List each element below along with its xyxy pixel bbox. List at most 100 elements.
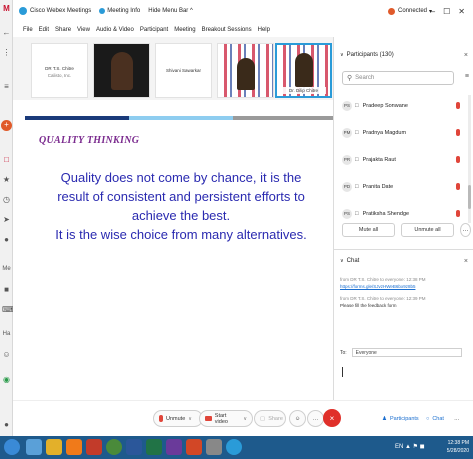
avatar: PR [342,154,352,165]
hangouts-icon[interactable]: ◉ [2,375,11,384]
webex-logo-icon [19,7,27,15]
clock-icon[interactable]: ◷ [2,195,11,204]
close-icon[interactable]: × [464,52,468,59]
avatar: PS [342,208,352,219]
phone-icon: □ [355,102,359,109]
more-options-button[interactable]: … [460,223,471,237]
video-tile-4[interactable] [217,43,274,98]
participant-name: Pradeep Sonwane [362,102,408,109]
participant-video [236,58,255,90]
end-meeting-button[interactable]: × [323,409,341,427]
connection-status[interactable]: Connected ▾ [388,7,432,15]
meeting-info-button[interactable]: Meeting Info [99,8,140,14]
maximize-button[interactable]: ☐ [443,7,450,16]
close-icon[interactable]: × [464,258,468,265]
list-item[interactable]: PS □ Pradeep Sonwane [334,92,464,119]
slide-line: achieve the best. [131,208,231,223]
participant-search-input[interactable]: ⚲ Search [342,71,454,85]
hide-menu-bar-button[interactable]: Hide Menu Bar ^ [148,8,193,14]
chat-message-link[interactable]: https://forms.gle/SJvzHWeB6bx9z8b5 [340,284,460,290]
reactions-button[interactable]: ☺ [289,410,306,427]
apps-grid-icon[interactable]: ⋮ [2,48,11,57]
muted-mic-icon[interactable] [456,129,460,136]
label-icon[interactable]: ● [2,235,11,244]
connection-status-label: Connected [398,8,428,14]
muted-mic-icon[interactable] [456,102,460,109]
paint-icon[interactable] [206,439,222,455]
muted-mic-icon [159,415,163,422]
folder-icon[interactable] [46,439,62,455]
video-tile-1[interactable]: DR T.S. Chitre Calisto, Inc. [31,43,88,98]
list-item[interactable]: PD □ Pranita Date [334,173,464,200]
menu-breakout-sessions[interactable]: Breakout Sessions [202,27,252,33]
start-video-button[interactable]: Start video ∨ [199,410,253,427]
panel-more-button[interactable]: … [449,410,464,427]
chat-label: Chat [432,415,444,422]
webex-taskbar-icon[interactable] [226,439,242,455]
close-button[interactable]: ✕ [458,7,465,16]
chat-message-meta: from DR T.S. Chitre to everyone: 12:38 P… [340,277,426,282]
tile-name: Shivani Sawarkar [165,68,201,73]
location-icon[interactable]: ● [2,420,11,429]
powerpoint-icon[interactable] [186,439,202,455]
scrollbar-thumb[interactable] [468,185,471,209]
word-icon[interactable] [126,439,142,455]
chat-header[interactable]: ∨ Chat × [334,255,473,267]
clock[interactable]: 12:38 PM 5/28/2020 [447,439,469,455]
recipient-select[interactable]: Everyone [351,348,462,357]
gmail-icon[interactable]: M [2,4,11,13]
share-button[interactable]: ▢ Share [254,410,286,427]
unmute-all-button[interactable]: Unmute all [401,223,454,237]
menu-icon[interactable]: ≡ [2,82,11,91]
back-arrow-icon[interactable]: ← [2,28,11,37]
menu-share[interactable]: Share [55,27,71,33]
more-icon: … [312,415,319,422]
menu-meeting[interactable]: Meeting [174,27,195,33]
video-tile-5[interactable]: Dr. Dilip Chitre [275,43,332,98]
list-item[interactable]: PM □ Pradnya Magdum [334,119,464,146]
menu-help[interactable]: Help [258,27,270,33]
muted-mic-icon[interactable] [456,210,460,217]
send-icon[interactable]: ➤ [2,215,11,224]
participants-header[interactable]: ∨ Participants (130) × [334,49,473,61]
menu-edit[interactable]: Edit [39,27,49,33]
minimize-button[interactable]: – [431,7,435,16]
mute-all-button[interactable]: Mute all [342,223,395,237]
onenote-icon[interactable] [166,439,182,455]
avatar: PS [342,100,352,111]
chrome-icon[interactable] [106,439,122,455]
ie-icon[interactable] [26,439,42,455]
chevron-down-icon[interactable]: ∨ [243,416,247,422]
opera-icon[interactable] [86,439,102,455]
star-icon[interactable]: ★ [2,175,11,184]
person-icon[interactable]: ☺ [2,350,11,359]
chat-recipient: To: Everyone [340,348,462,357]
start-button[interactable] [4,439,20,455]
keyboard-icon[interactable]: ⌨ [2,305,14,314]
list-item[interactable]: PR □ Prajakta Raut [334,146,464,173]
video-tile-3[interactable]: Shivani Sawarkar [155,43,212,98]
menu-view[interactable]: View [77,27,90,33]
camera-icon[interactable]: ■ [2,285,11,294]
menu-participant[interactable]: Participant [140,27,168,33]
phone-icon: □ [355,156,359,163]
chat-button[interactable]: ○ Chat [421,410,451,427]
chat-input[interactable] [340,363,464,393]
participant-name: Prajakta Raut [362,156,396,163]
media-icon[interactable] [66,439,82,455]
participant-scrollbar[interactable] [468,95,471,223]
menu-file[interactable]: File [23,27,33,33]
more-button[interactable]: … [307,410,324,427]
add-icon[interactable]: + [1,120,12,131]
system-tray[interactable]: EN ▲ ⚑ ◼ [395,443,425,450]
muted-mic-icon[interactable] [456,156,460,163]
excel-icon[interactable] [146,439,162,455]
video-tile-2[interactable] [93,43,150,98]
unmute-button[interactable]: Unmute ∨ [153,410,203,427]
record-icon[interactable]: □ [2,155,11,164]
muted-mic-icon[interactable] [456,183,460,190]
list-view-icon[interactable]: ≡ [465,73,469,80]
menu-audio-video[interactable]: Audio & Video [96,27,134,33]
chevron-down-icon[interactable]: ∨ [188,416,192,422]
participants-button[interactable]: ♟ Participants [377,410,422,427]
